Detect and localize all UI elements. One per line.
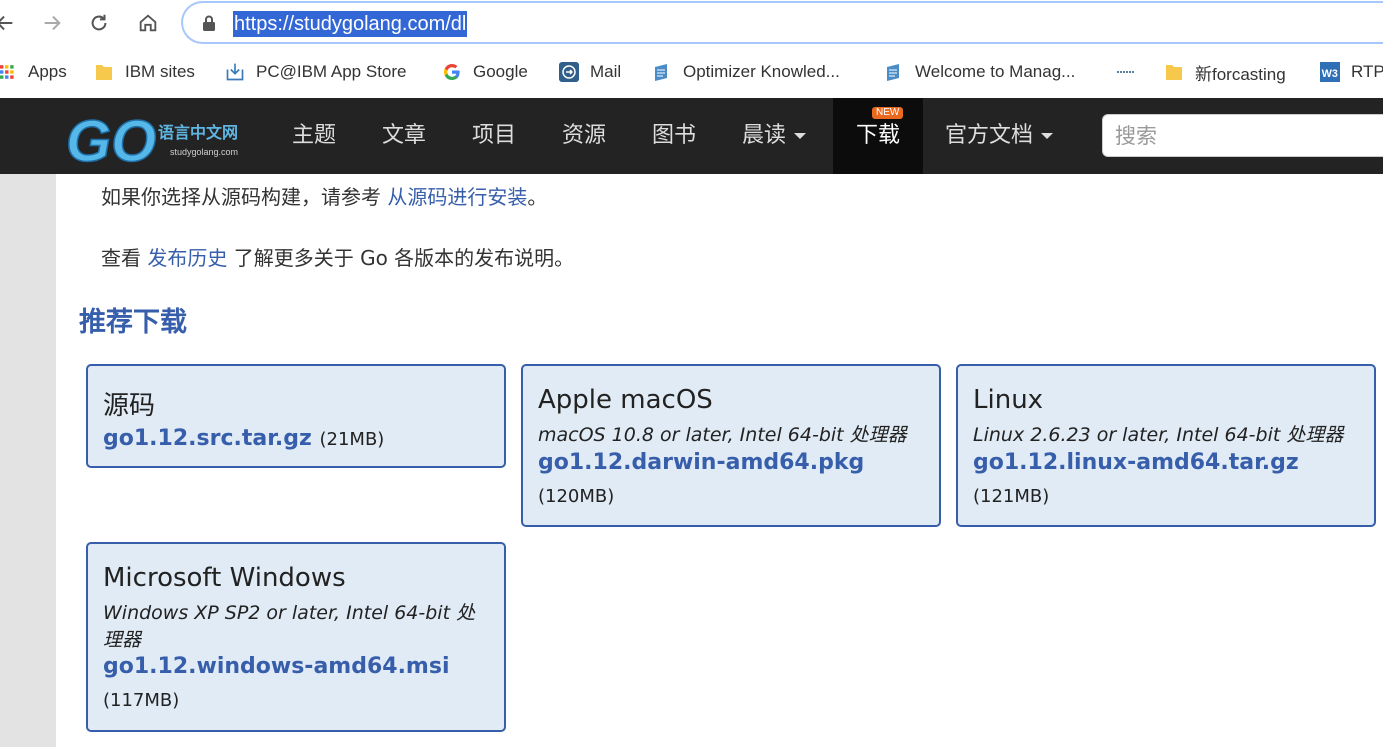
bookmark-label: Apps xyxy=(28,62,67,81)
file-size: (120MB) xyxy=(538,486,615,507)
download-link-macos[interactable]: go1.12.darwin-amd64.pkg xyxy=(538,450,864,475)
reload-button[interactable] xyxy=(84,8,114,38)
nav-books[interactable]: 图书 xyxy=(652,98,696,174)
caret-down-icon xyxy=(794,133,807,139)
logo-text: GO xyxy=(66,109,156,169)
back-button[interactable] xyxy=(0,8,20,38)
download-tray-icon xyxy=(226,63,244,81)
svg-text:W3: W3 xyxy=(1322,68,1338,80)
source-build-paragraph: 如果你选择从源码构建，请参考 从源码进行安装。 xyxy=(101,181,547,210)
download-link-linux[interactable]: go1.12.linux-amd64.tar.gz xyxy=(973,450,1299,475)
caret-down-icon xyxy=(1041,133,1054,139)
nav-projects[interactable]: 项目 xyxy=(472,98,516,174)
card-os-name: Microsoft Windows xyxy=(103,563,346,593)
nav-label: 官方文档 xyxy=(945,123,1034,148)
logo-domain: studygolang.com xyxy=(170,147,238,157)
bookmark-google[interactable]: Google xyxy=(442,59,528,85)
bookmark-label: Optimizer Knowled... xyxy=(683,62,840,81)
home-icon xyxy=(139,14,157,32)
download-card-macos: Apple macOS macOS 10.8 or later, Intel 6… xyxy=(521,364,941,527)
bookmark-unnamed[interactable] xyxy=(1116,59,1147,85)
download-link-windows[interactable]: go1.12.windows-amd64.msi xyxy=(103,654,450,679)
paragraph-text: 查看 xyxy=(101,246,148,270)
apps-grid-icon xyxy=(0,65,14,79)
page-icon xyxy=(655,64,667,81)
file-size: (121MB) xyxy=(973,486,1050,507)
bookmark-label: IBM sites xyxy=(125,62,195,81)
page-icon xyxy=(887,64,899,81)
bookmark-mail[interactable]: Mail xyxy=(559,59,621,85)
download-card-source: 源码 go1.12.src.tar.gz (21MB) xyxy=(86,364,506,468)
file-name: go1.12.src.tar.gz xyxy=(103,426,312,451)
nav-label: 下载 xyxy=(855,123,900,148)
address-bar[interactable]: https://studygolang.com/dl xyxy=(181,1,1383,44)
left-gutter xyxy=(0,174,56,747)
download-card-linux: Linux Linux 2.6.23 or later, Intel 64-bi… xyxy=(956,364,1376,527)
site-navbar: GO 语言中文网 studygolang.com 主题 文章 项目 资源 图书 … xyxy=(0,98,1383,174)
lock-icon xyxy=(203,15,215,31)
folder-icon xyxy=(1166,65,1182,80)
paragraph-text: 如果你选择从源码构建，请参考 xyxy=(101,185,388,209)
bookmark-ibm-sites[interactable]: IBM sites xyxy=(94,59,195,85)
nav-morning-read[interactable]: 晨读 xyxy=(742,98,807,174)
release-history-paragraph: 查看 发布历史 了解更多关于 Go 各版本的发布说明。 xyxy=(101,242,574,271)
bookmarks-bar: Apps IBM sites PC@IBM App Store Google M… xyxy=(0,47,1383,98)
bookmark-label: 新forcasting xyxy=(1195,64,1286,84)
home-button[interactable] xyxy=(133,8,163,38)
w3-icon: W3 xyxy=(1320,62,1340,82)
card-os-name: Linux xyxy=(973,385,1044,415)
nav-download[interactable]: NEW 下载 xyxy=(833,98,923,174)
paragraph-text: 。 xyxy=(527,185,548,209)
nav-official-docs[interactable]: 官方文档 xyxy=(945,98,1054,174)
bookmark-forcasting[interactable]: 新forcasting xyxy=(1164,59,1286,85)
nav-articles[interactable]: 文章 xyxy=(382,98,426,174)
bookmark-welcome[interactable]: Welcome to Manag... xyxy=(884,59,1075,85)
url-text[interactable]: https://studygolang.com/dl xyxy=(233,11,468,37)
bookmark-app-store[interactable]: PC@IBM App Store xyxy=(225,59,407,85)
bookmark-label: Mail xyxy=(590,62,622,81)
nav-label: 晨读 xyxy=(742,123,787,148)
reload-icon xyxy=(91,14,107,31)
card-description: Linux 2.6.23 or later, Intel 64-bit 处理器 xyxy=(973,424,1344,446)
search-input[interactable] xyxy=(1103,115,1383,156)
install-from-source-link[interactable]: 从源码进行安装 xyxy=(387,185,527,209)
forward-button[interactable] xyxy=(37,8,67,38)
bookmark-label: RTP xyxy=(1351,62,1383,81)
bookmark-rtp[interactable]: W3 RTP xyxy=(1320,59,1383,85)
bookmark-apps[interactable]: Apps xyxy=(0,59,67,85)
bookmark-optimizer[interactable]: Optimizer Knowled... xyxy=(652,59,840,85)
nav-resources[interactable]: 资源 xyxy=(562,98,606,174)
card-description: Windows XP SP2 or later, Intel 64-bit 处理… xyxy=(103,602,476,651)
bookmark-label: Google xyxy=(473,62,528,81)
google-icon xyxy=(443,63,460,81)
site-search xyxy=(1102,114,1383,157)
forward-arrow-icon xyxy=(44,15,61,31)
card-os-name: Apple macOS xyxy=(538,385,713,415)
bookmark-line-icon xyxy=(1117,71,1135,73)
download-link-source[interactable]: go1.12.src.tar.gz (21MB) xyxy=(103,426,384,451)
card-description: macOS 10.8 or later, Intel 64-bit 处理器 xyxy=(538,424,907,446)
nav-topics[interactable]: 主题 xyxy=(292,98,336,174)
file-size: (117MB) xyxy=(103,690,180,711)
studygolang-logo[interactable]: GO 语言中文网 studygolang.com xyxy=(66,107,256,169)
folder-icon xyxy=(96,65,112,80)
mail-icon xyxy=(559,62,579,82)
paragraph-text: 了解更多关于 Go 各版本的发布说明。 xyxy=(227,246,575,270)
file-size: (21MB) xyxy=(319,429,385,450)
logo-cn: 语言中文网 xyxy=(158,123,238,142)
section-title: 推荐下载 xyxy=(79,307,187,338)
browser-toolbar: https://studygolang.com/dl xyxy=(0,0,1383,47)
download-card-windows: Microsoft Windows Windows XP SP2 or late… xyxy=(86,542,506,732)
back-arrow-icon xyxy=(0,15,13,31)
bookmark-label: Welcome to Manag... xyxy=(915,62,1076,81)
release-history-link[interactable]: 发布历史 xyxy=(147,246,227,270)
card-os-name: 源码 xyxy=(103,391,156,421)
bookmark-label: PC@IBM App Store xyxy=(256,62,407,81)
